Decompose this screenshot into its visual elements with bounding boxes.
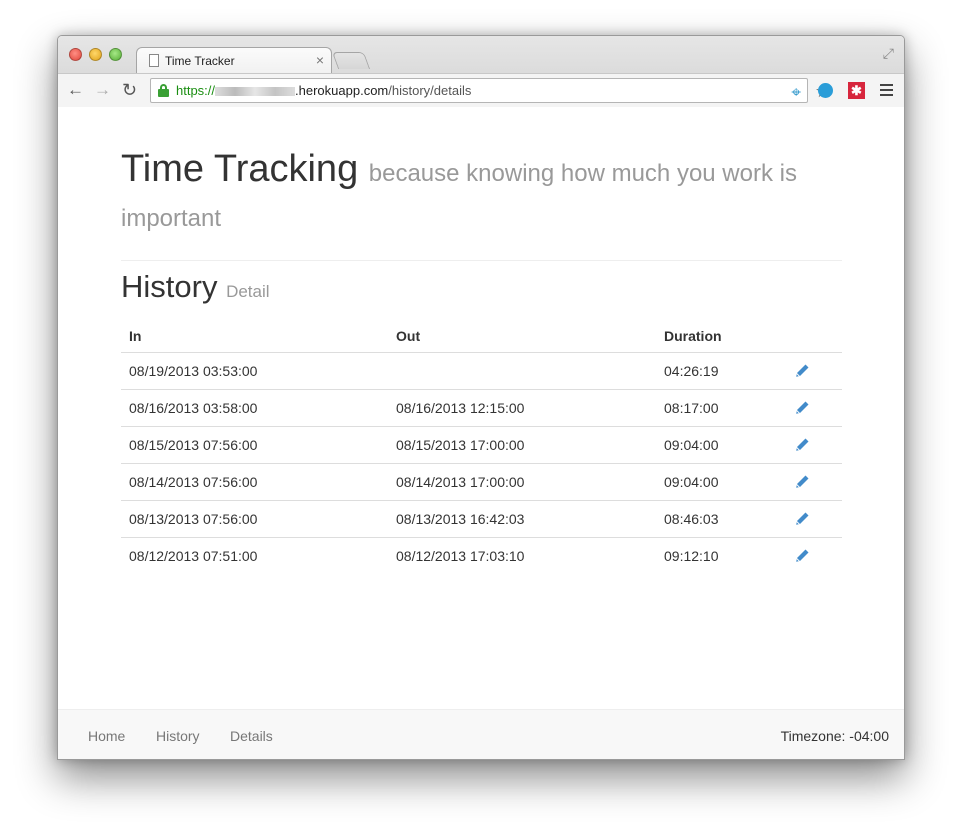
- back-arrow-icon[interactable]: ←: [67, 81, 84, 99]
- cell-out: 08/16/2013 12:15:00: [388, 388, 656, 426]
- cell-edit: [786, 536, 842, 574]
- new-tab-button[interactable]: [331, 52, 371, 69]
- pencil-icon[interactable]: [794, 548, 810, 564]
- extension-icon[interactable]: ✱: [848, 82, 865, 99]
- url-scheme: https://: [176, 83, 216, 98]
- lock-icon: [158, 84, 169, 97]
- page-header: Time Tracking because knowing how much y…: [121, 149, 842, 261]
- table-row: 08/15/2013 07:56:00 08/15/2013 17:00:00 09…: [121, 425, 842, 463]
- cell-edit: [786, 425, 842, 463]
- cell-out: 08/14/2013 17:00:00: [388, 462, 656, 500]
- page-title: Time Tracking: [121, 148, 359, 190]
- column-header-out: Out: [388, 320, 656, 353]
- cell-duration: 08:46:03: [656, 499, 786, 537]
- footer-navbar: Home History Details Timezone: -04:00: [58, 709, 904, 759]
- section-header: History Detail: [121, 269, 842, 305]
- cell-duration: 09:04:00: [656, 425, 786, 463]
- cell-in: 08/12/2013 07:51:00: [121, 536, 388, 574]
- cell-duration: 09:12:10: [656, 536, 786, 574]
- cell-out: [388, 351, 656, 389]
- section-title-block: History Detail: [121, 269, 842, 305]
- column-header-actions: [786, 320, 842, 353]
- browser-window: Time Tracker × ⤢ ← → ↻ https:// .herokuap…: [57, 35, 905, 760]
- cell-out: 08/12/2013 17:03:10: [388, 536, 656, 574]
- extension-icon[interactable]: ⌖: [791, 81, 801, 104]
- footer-link-details[interactable]: Details: [230, 728, 273, 744]
- tab-close-icon[interactable]: ×: [316, 52, 324, 68]
- pencil-icon[interactable]: [794, 474, 810, 490]
- close-window-button[interactable]: [69, 48, 82, 61]
- cell-in: 08/19/2013 03:53:00: [121, 351, 388, 389]
- table-row: 08/19/2013 03:53:00 04:26:19: [121, 351, 842, 389]
- cell-edit: [786, 388, 842, 426]
- pencil-icon[interactable]: [794, 363, 810, 379]
- cell-edit: [786, 462, 842, 500]
- url-path: /history/details: [388, 83, 472, 98]
- table-row: 08/13/2013 07:56:00 08/13/2013 16:42:03 08…: [121, 499, 842, 537]
- cell-in: 08/14/2013 07:56:00: [121, 462, 388, 500]
- section-title: History: [121, 269, 218, 304]
- column-header-duration: Duration: [656, 320, 786, 353]
- reload-icon[interactable]: ↻: [122, 81, 137, 99]
- forward-arrow-icon[interactable]: →: [94, 81, 111, 99]
- pencil-icon[interactable]: [794, 511, 810, 527]
- url-redacted: [215, 87, 296, 97]
- maximize-window-button[interactable]: [109, 48, 122, 61]
- page-content: Time Tracking because knowing how much y…: [58, 107, 904, 709]
- table-row: 08/16/2013 03:58:00 08/16/2013 12:15:00 08…: [121, 388, 842, 426]
- timezone-label: Timezone: -04:00: [780, 728, 889, 744]
- cell-edit: [786, 499, 842, 537]
- tab-title: Time Tracker: [165, 54, 235, 68]
- cell-duration: 08:17:00: [656, 388, 786, 426]
- cell-edit: [786, 351, 842, 389]
- page-title-block: Time Tracking because knowing how much y…: [121, 149, 842, 239]
- section-subtitle: Detail: [226, 282, 270, 301]
- url-host: .herokuapp.com: [295, 83, 389, 98]
- cell-duration: 04:26:19: [656, 351, 786, 389]
- cell-out: 08/15/2013 17:00:00: [388, 425, 656, 463]
- extension-icon[interactable]: [818, 83, 833, 98]
- browser-tab[interactable]: Time Tracker ×: [136, 47, 332, 73]
- cell-duration: 09:04:00: [656, 462, 786, 500]
- browser-chrome: Time Tracker × ⤢ ← → ↻ https:// .herokuap…: [58, 36, 904, 107]
- table-row: 08/12/2013 07:51:00 08/12/2013 17:03:10 09…: [121, 536, 842, 574]
- cell-in: 08/16/2013 03:58:00: [121, 388, 388, 426]
- cell-out: 08/13/2013 16:42:03: [388, 499, 656, 537]
- table-row: 08/14/2013 07:56:00 08/14/2013 17:00:00 09…: [121, 462, 842, 500]
- pencil-icon[interactable]: [794, 400, 810, 416]
- minimize-window-button[interactable]: [89, 48, 102, 61]
- cell-in: 08/13/2013 07:56:00: [121, 499, 388, 537]
- menu-icon[interactable]: [880, 84, 893, 99]
- cell-in: 08/15/2013 07:56:00: [121, 425, 388, 463]
- footer-link-home[interactable]: Home: [88, 728, 125, 744]
- pencil-icon[interactable]: [794, 437, 810, 453]
- address-bar[interactable]: https:// .herokuapp.com/history/details ⌖…: [150, 78, 831, 104]
- browser-toolbar: ← → ↻ https:// .herokuapp.com/history/det…: [58, 73, 904, 107]
- history-table: In Out Duration 08/19/2013 03:53:00 04:26…: [121, 320, 842, 574]
- footer-link-history[interactable]: History: [156, 728, 200, 744]
- column-header-in: In: [121, 320, 388, 353]
- table-header-row: In Out Duration: [121, 320, 842, 353]
- fullscreen-icon[interactable]: ⤢: [883, 45, 894, 62]
- page-icon: [149, 54, 159, 67]
